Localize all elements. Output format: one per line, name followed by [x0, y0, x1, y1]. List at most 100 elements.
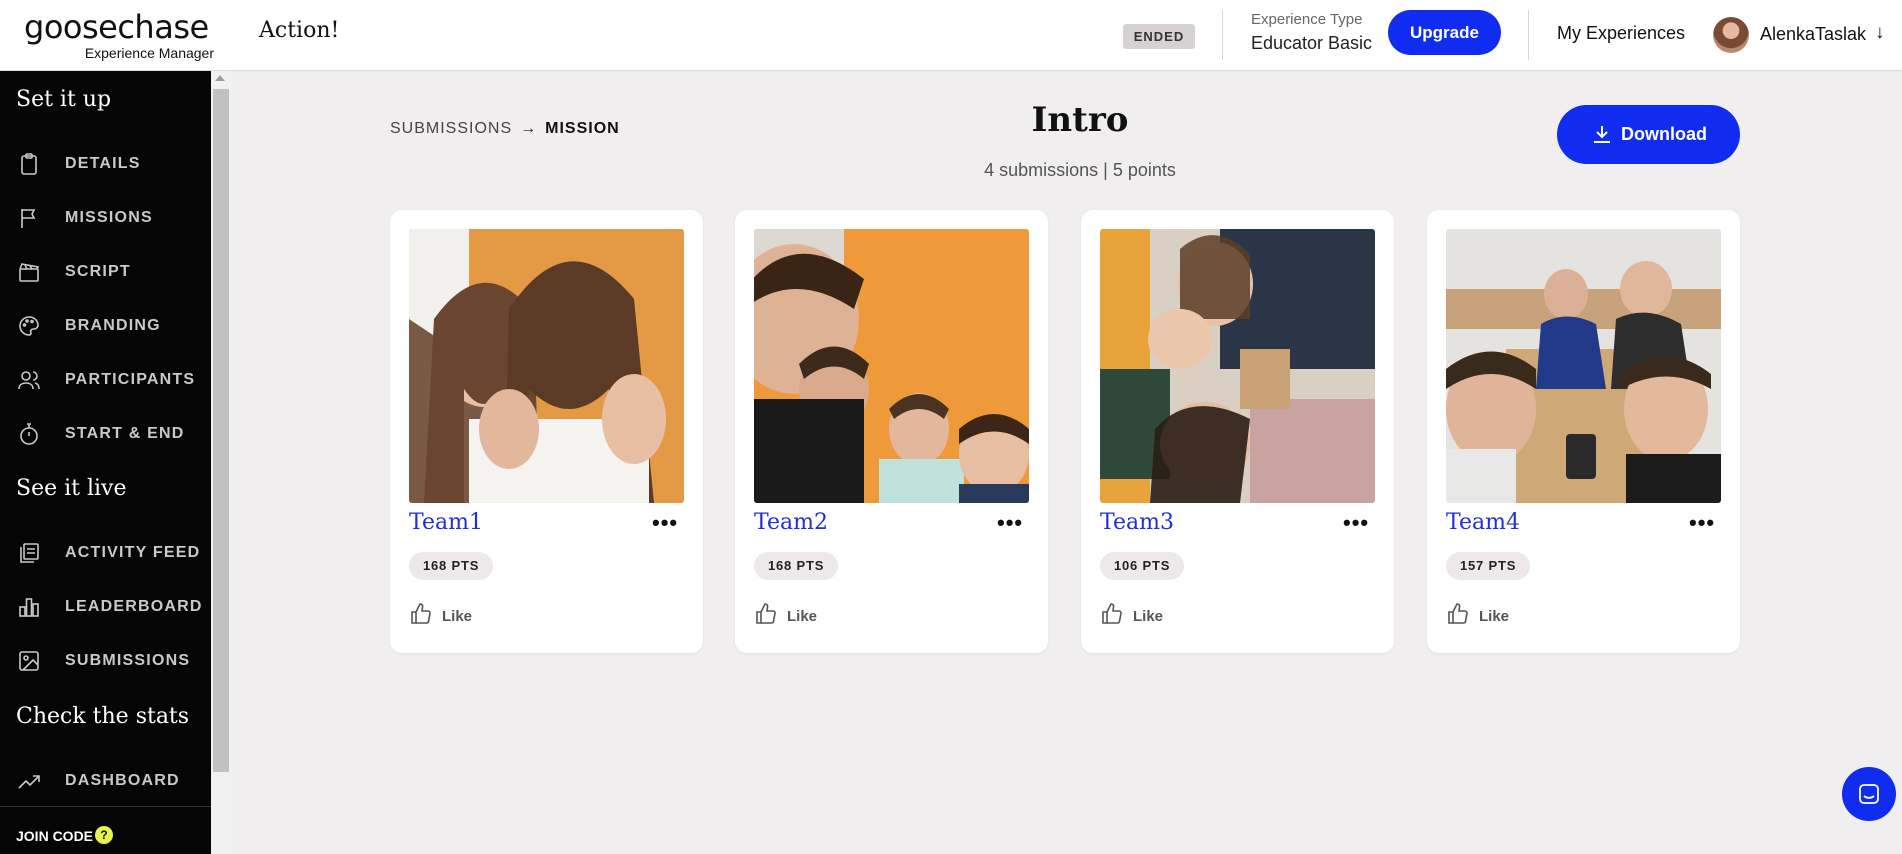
team-selfie-image [1446, 229, 1721, 503]
help-icon[interactable]: ? [95, 826, 113, 844]
goosechase-logo[interactable]: goosechase Experience Manager [24, 8, 214, 61]
avatar [1713, 17, 1749, 53]
section-title-stats: Check the stats [16, 704, 190, 729]
username: AlenkaTaslak [1760, 24, 1867, 44]
more-options-icon[interactable]: ••• [652, 512, 680, 536]
like-button[interactable]: Like [754, 602, 824, 628]
stopwatch-icon [20, 423, 38, 445]
sidebar-item-label: SCRIPT [65, 263, 131, 280]
flag-icon [21, 209, 36, 228]
sidebar-item-label: ACTIVITY FEED [65, 544, 201, 561]
team-name-link[interactable]: Team3 [1100, 510, 1174, 535]
header-divider [1528, 10, 1529, 60]
sidebar-item-label: START & END [65, 425, 185, 442]
section-title-live: See it live [16, 476, 127, 501]
sidebar-item-label: SUBMISSIONS [65, 652, 191, 669]
sidebar-item-activity-feed[interactable]: ACTIVITY FEED [0, 533, 211, 573]
thumbs-up-icon [1448, 603, 1468, 624]
sidebar: Set it up DETAILS MISSIONS SCRIPT BRANDI… [0, 71, 211, 854]
sidebar-item-start-end[interactable]: START & END [0, 414, 211, 454]
logo-subtitle: Experience Manager [84, 45, 214, 61]
points-badge: 157 PTS [1446, 552, 1531, 580]
sidebar-item-branding[interactable]: BRANDING [0, 306, 211, 346]
experience-name: Action! [259, 18, 340, 43]
header-divider [1222, 10, 1223, 60]
user-menu[interactable]: AlenkaTaslak ↓ [1713, 15, 1893, 55]
submission-photo[interactable] [1100, 229, 1375, 503]
submission-photo[interactable] [754, 229, 1029, 503]
sidebar-item-label: DETAILS [65, 155, 141, 172]
sidebar-item-label: DASHBOARD [65, 772, 180, 789]
top-header: goosechase Experience Manager Action! EN… [0, 0, 1902, 71]
section-title-setup: Set it up [16, 87, 112, 112]
more-options-icon[interactable]: ••• [1689, 512, 1717, 536]
more-options-icon[interactable]: ••• [1343, 512, 1371, 536]
upgrade-button[interactable]: Upgrade [1388, 10, 1501, 55]
like-label: Like [442, 608, 473, 625]
clipboard-icon [21, 153, 37, 175]
breadcrumb-submissions[interactable]: SUBMISSIONS [390, 120, 512, 137]
join-code-label: JOIN CODE [16, 828, 94, 844]
sidebar-item-script[interactable]: SCRIPT [0, 252, 211, 292]
status-badge: ENDED [1123, 24, 1195, 49]
mission-meta: 4 submissions | 5 points [984, 160, 1176, 180]
image-icon [19, 651, 39, 671]
like-label: Like [787, 608, 818, 625]
more-options-icon[interactable]: ••• [997, 512, 1025, 536]
team-name-link[interactable]: Team1 [409, 510, 483, 535]
submission-card: Team1 ••• 168 PTS Like [390, 210, 703, 653]
scroll-up-arrow-icon[interactable] [215, 75, 225, 81]
submission-photo[interactable] [1446, 229, 1721, 503]
like-button[interactable]: Like [1100, 602, 1170, 628]
stacked-pages-icon [20, 543, 39, 563]
download-button[interactable]: Download [1557, 105, 1740, 164]
page-title: Intro [1031, 100, 1129, 140]
sidebar-item-missions[interactable]: MISSIONS [0, 198, 211, 238]
experience-type-value: Educator Basic [1251, 33, 1373, 53]
download-icon [1594, 126, 1610, 143]
breadcrumb-current: MISSION [545, 120, 620, 137]
my-experiences-link[interactable]: My Experiences [1557, 23, 1685, 44]
sidebar-item-submissions[interactable]: SUBMISSIONS [0, 641, 211, 681]
scrollbar-thumb[interactable] [213, 89, 229, 772]
breadcrumb: SUBMISSIONS → MISSION [390, 120, 620, 138]
like-label: Like [1133, 608, 1164, 625]
like-button[interactable]: Like [409, 602, 479, 628]
thumbs-up-icon [411, 603, 431, 624]
sidebar-item-label: BRANDING [65, 317, 161, 334]
trend-line-icon [18, 775, 40, 789]
chat-icon [1859, 784, 1879, 804]
sidebar-item-details[interactable]: DETAILS [0, 144, 211, 184]
points-badge: 168 PTS [409, 552, 494, 580]
team-name-link[interactable]: Team4 [1446, 510, 1520, 535]
logo-wordmark: goosechase [24, 8, 209, 46]
like-button[interactable]: Like [1446, 602, 1516, 628]
sidebar-item-label: MISSIONS [65, 209, 153, 226]
thumbs-up-icon [1102, 603, 1122, 624]
submission-photo[interactable] [409, 229, 684, 503]
sidebar-item-dashboard[interactable]: DASHBOARD [0, 761, 211, 801]
arrow-right-icon: → [520, 120, 538, 137]
sidebar-divider [0, 806, 211, 807]
download-label: Download [1621, 124, 1707, 144]
chat-launcher-button[interactable] [1842, 767, 1896, 821]
clapperboard-icon [19, 263, 40, 282]
like-label: Like [1479, 608, 1510, 625]
sidebar-item-leaderboard[interactable]: LEADERBOARD [0, 587, 211, 627]
arrow-down-icon: ↓ [1875, 22, 1885, 43]
people-icon [18, 371, 40, 390]
palette-icon [19, 316, 39, 336]
thumbs-up-icon [756, 603, 776, 624]
team-name-link[interactable]: Team2 [754, 510, 828, 535]
points-badge: 106 PTS [1100, 552, 1185, 580]
team-selfie-image [754, 229, 1029, 503]
points-badge: 168 PTS [754, 552, 839, 580]
submission-card: Team3 ••• 106 PTS Like [1081, 210, 1394, 653]
submission-card: Team2 ••• 168 PTS Like [735, 210, 1048, 653]
team-selfie-image [409, 229, 684, 503]
sidebar-item-participants[interactable]: PARTICIPANTS [0, 360, 211, 400]
team-selfie-image [1100, 229, 1375, 503]
sidebar-item-label: PARTICIPANTS [65, 371, 196, 388]
bar-chart-icon [19, 598, 39, 617]
experience-type-label: Experience Type [1251, 11, 1363, 28]
